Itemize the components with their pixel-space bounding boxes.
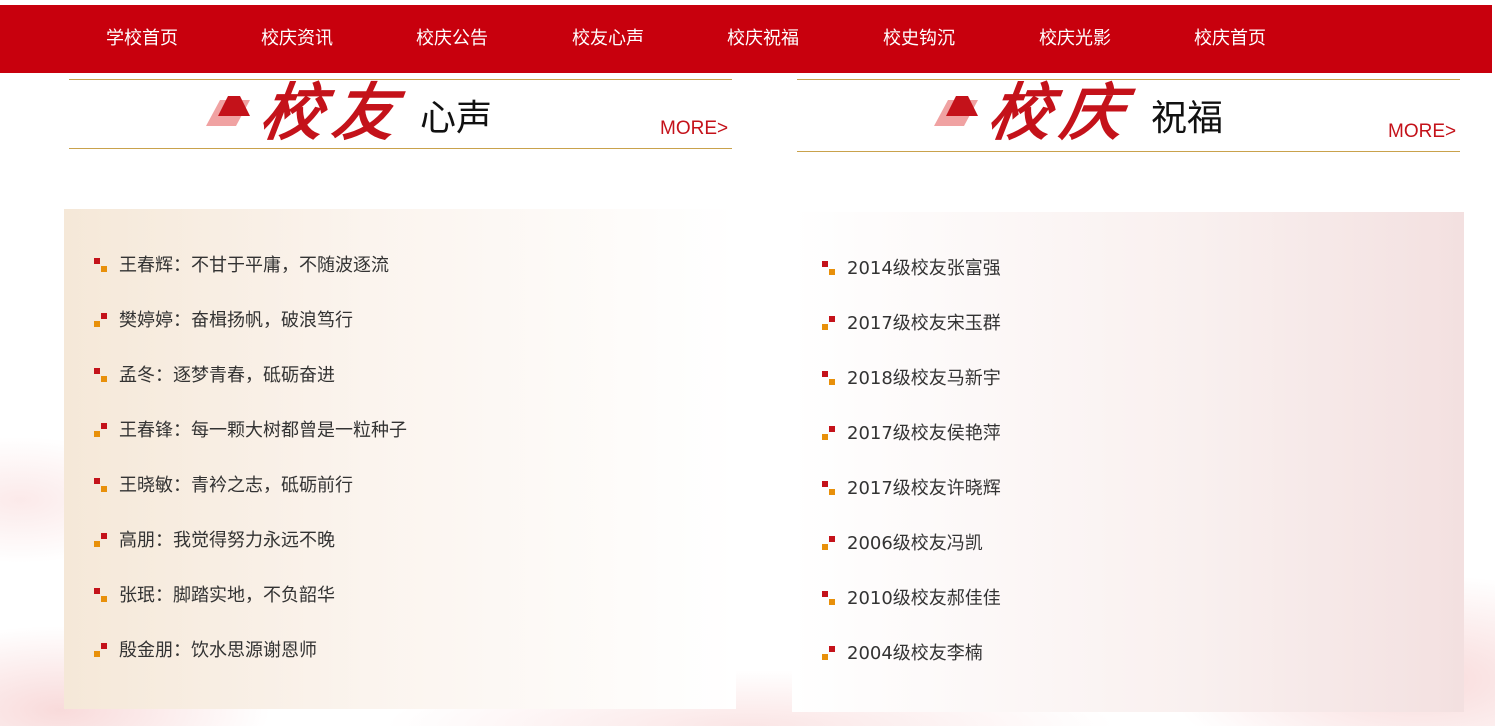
left-header-bottom-rule (69, 148, 732, 149)
bullet-icon (822, 536, 838, 552)
nav-item-blessings[interactable]: 校庆祝福 (727, 5, 799, 73)
right-more-link[interactable]: MORE> (1388, 121, 1456, 143)
bullet-icon (94, 313, 110, 329)
list-item-title[interactable]: 2017级校友侯艳萍 (847, 422, 1001, 446)
list-item-title[interactable]: 2017级校友宋玉群 (847, 312, 1001, 336)
bullet-icon (822, 316, 838, 332)
list-item-title[interactable]: 张珉：脚踏实地，不负韶华 (119, 584, 335, 608)
bullet-icon (822, 261, 838, 277)
left-panel-title-big: 校友 (256, 76, 411, 149)
nav-item-notices[interactable]: 校庆公告 (416, 5, 488, 73)
bullet-icon (94, 423, 110, 439)
right-header-bottom-rule (797, 151, 1460, 152)
top-nav: 学校首页 校庆资讯 校庆公告 校友心声 校庆祝福 校史钩沉 校庆光影 校庆首页 (0, 5, 1495, 73)
bullet-icon (94, 588, 110, 604)
list-item-title[interactable]: 2018级校友马新宇 (847, 367, 1001, 391)
left-panel-title-small: 心声 (420, 98, 493, 139)
bullet-icon (94, 478, 110, 494)
right-panel-title-small: 祝福 (1151, 98, 1224, 139)
list-item-title[interactable]: 孟冬：逐梦青春，砥砺奋进 (119, 364, 335, 388)
bullet-icon (822, 591, 838, 607)
list-item-title[interactable]: 2010级校友郝佳佳 (847, 587, 1001, 611)
nav-item-school-home[interactable]: 学校首页 (106, 5, 178, 73)
bullet-icon (822, 371, 838, 387)
bullet-icon (94, 533, 110, 549)
list-item-title[interactable]: 王晓敏：青衿之志，砥砺前行 (119, 474, 353, 498)
alumni-voices-list: 王春辉：不甘于平庸，不随波逐流 樊婷婷：奋楫扬帆，破浪笃行 孟冬：逐梦青春，砥砺… (64, 209, 736, 709)
right-panel-title-big: 校庆 (984, 76, 1139, 149)
list-item-title[interactable]: 王春辉：不甘于平庸，不随波逐流 (119, 254, 389, 278)
list-item-title[interactable]: 殷金朋：饮水思源谢恩师 (119, 639, 317, 663)
list-item-title[interactable]: 樊婷婷：奋楫扬帆，破浪笃行 (119, 309, 353, 333)
bullet-icon (822, 481, 838, 497)
nav-item-history[interactable]: 校史钩沉 (883, 5, 955, 73)
nav-item-alumni-voices[interactable]: 校友心声 (572, 5, 644, 73)
left-more-link[interactable]: MORE> (660, 118, 728, 140)
bullet-icon (94, 368, 110, 384)
list-item-title[interactable]: 2017级校友许晓辉 (847, 477, 1001, 501)
nav-item-anniversary-home[interactable]: 校庆首页 (1194, 5, 1266, 73)
list-item-title[interactable]: 高朋：我觉得努力永远不晚 (119, 529, 335, 553)
bullet-icon (94, 643, 110, 659)
anniversary-blessings-list: 2014级校友张富强 2017级校友宋玉群 2018级校友马新宇 2017级校友… (792, 212, 1464, 712)
flag-icon (934, 96, 978, 126)
flag-icon (206, 96, 250, 126)
list-item-title[interactable]: 2004级校友李楠 (847, 642, 983, 666)
list-item-title[interactable]: 王春锋：每一颗大树都曾是一粒种子 (119, 419, 407, 443)
list-item-title[interactable]: 2006级校友冯凯 (847, 532, 983, 556)
bullet-icon (94, 258, 110, 274)
bullet-icon (822, 646, 838, 662)
list-item-title[interactable]: 2014级校友张富强 (847, 257, 1001, 281)
bullet-icon (822, 426, 838, 442)
